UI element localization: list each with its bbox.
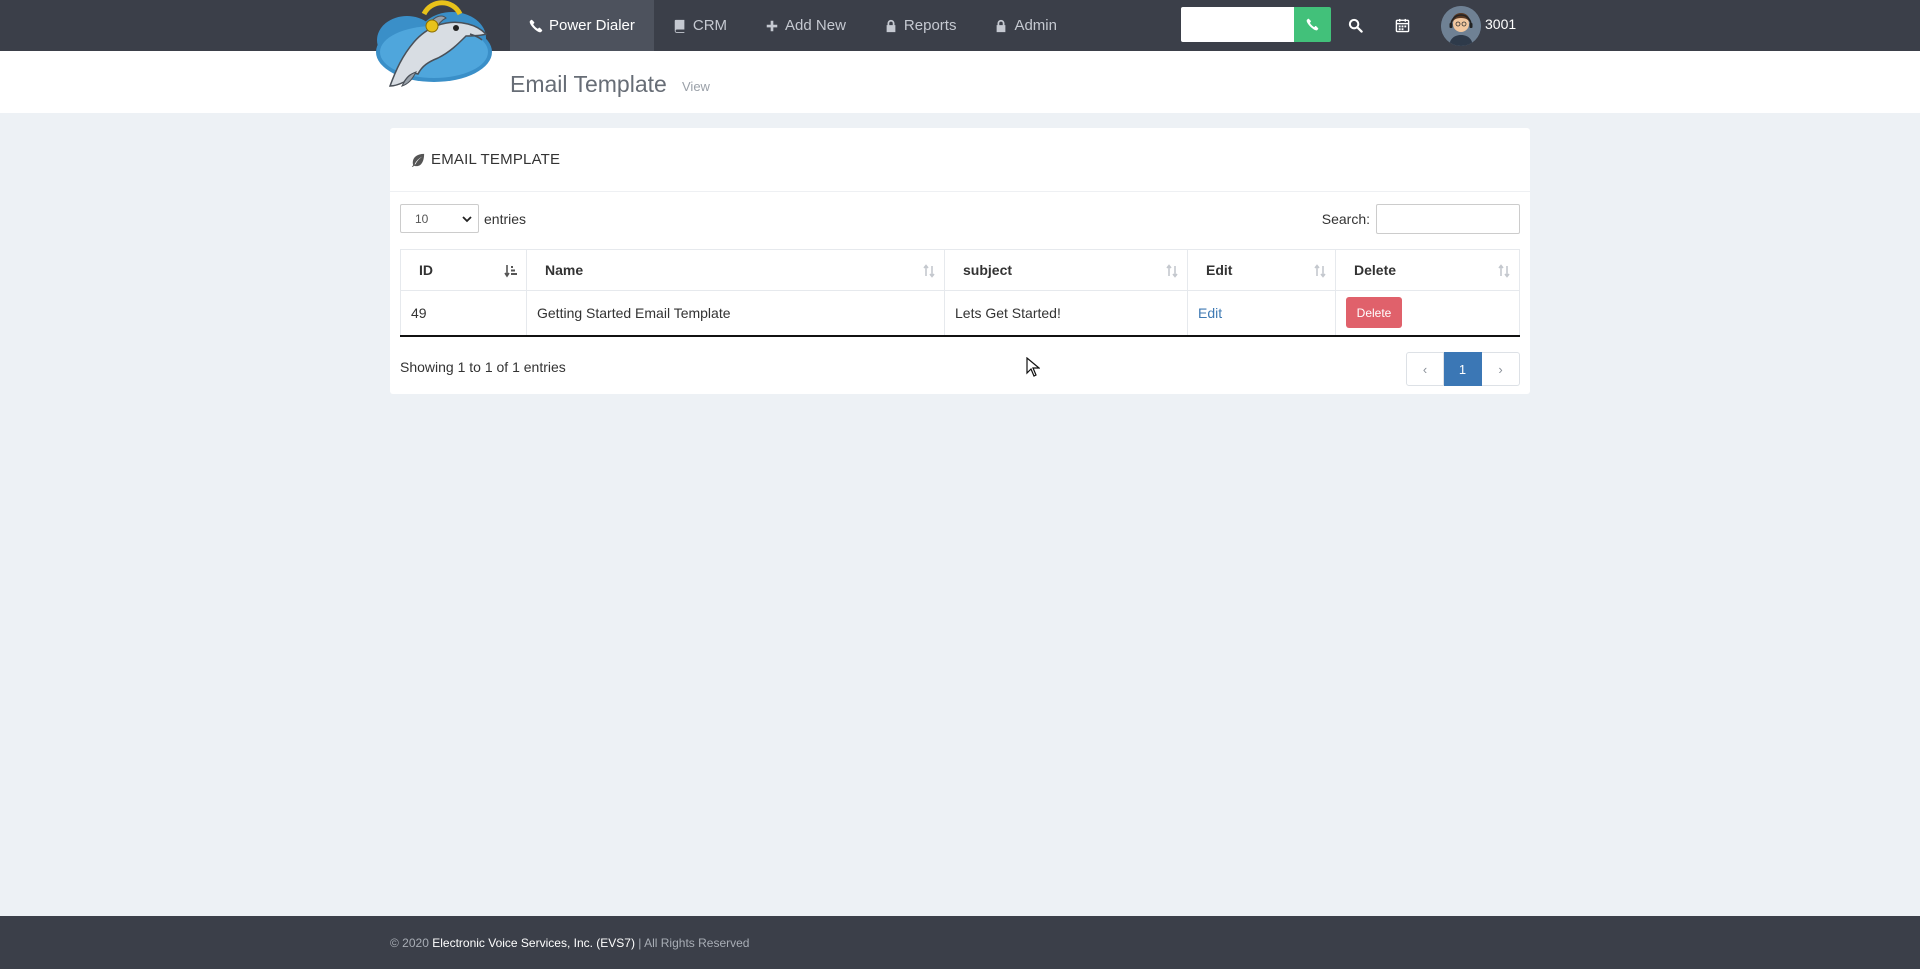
sort-icon	[1498, 264, 1510, 278]
nav-label: Admin	[1014, 17, 1057, 34]
footer: © 2020 Electronic Voice Services, Inc. (…	[0, 916, 1920, 969]
page-title: Email Template	[510, 71, 667, 97]
entries-label: entries	[484, 210, 527, 227]
user-extension[interactable]: 3001	[1485, 16, 1516, 32]
column-header-label: Delete	[1354, 262, 1397, 278]
nav-label: Reports	[903, 17, 957, 34]
email-template-table: ID Name subject Edit Delete 49 Getting S…	[400, 249, 1520, 337]
nav-label: Add New	[785, 17, 846, 34]
nav-item-power-dialer[interactable]: Power Dialer	[510, 0, 654, 51]
dial-number-input[interactable]	[1181, 7, 1294, 42]
search-icon[interactable]	[1344, 14, 1366, 36]
plus-icon	[765, 19, 779, 33]
column-header-label: Edit	[1206, 262, 1233, 278]
footer-company-link[interactable]: Electronic Voice Services, Inc. (EVS7)	[432, 936, 635, 950]
lock-icon	[884, 19, 898, 33]
cell-subject: Lets Get Started!	[944, 290, 1188, 337]
calendar-icon[interactable]	[1391, 14, 1413, 36]
column-header-id[interactable]: ID	[400, 249, 527, 291]
column-header-label: Name	[545, 262, 584, 278]
column-header-delete[interactable]: Delete	[1335, 249, 1520, 291]
phone-icon	[1306, 18, 1319, 31]
pagination: ‹ 1 ›	[1406, 352, 1520, 386]
entries-length-control: 10 entries	[400, 204, 526, 233]
nav-label: Power Dialer	[549, 17, 635, 34]
footer-prefix: © 2020	[390, 936, 433, 950]
cell-edit: Edit	[1187, 290, 1336, 337]
cell-delete: Delete	[1335, 290, 1520, 337]
sort-ascending-icon	[504, 265, 517, 278]
book-icon	[673, 19, 687, 33]
phone-handset-icon	[529, 19, 543, 33]
sort-icon	[1166, 264, 1178, 278]
cell-id: 49	[400, 290, 527, 337]
column-header-label: subject	[963, 262, 1013, 278]
nav-label: CRM	[692, 17, 728, 34]
sort-icon	[1314, 264, 1326, 278]
nav-item-add-new[interactable]: Add New	[746, 0, 865, 51]
nav-item-admin[interactable]: Admin	[975, 0, 1076, 51]
table-search: Search:	[1322, 204, 1520, 234]
sort-icon	[923, 264, 935, 278]
leaf-icon	[411, 153, 425, 167]
main-nav: Power Dialer CRM Add New Reports Admin	[510, 0, 1076, 51]
delete-button[interactable]: Delete	[1346, 297, 1402, 329]
table-row: 49 Getting Started Email Template Lets G…	[400, 290, 1520, 337]
entries-length-value: 10	[415, 211, 429, 226]
breadcrumb-view[interactable]: View	[682, 79, 710, 94]
dolphin-logo[interactable]	[372, 0, 496, 92]
footer-copyright: © 2020 Electronic Voice Services, Inc. (…	[390, 936, 749, 950]
table-info: Showing 1 to 1 of 1 entries	[400, 359, 566, 375]
column-header-label: ID	[419, 262, 433, 278]
pagination-next[interactable]: ›	[1482, 352, 1520, 386]
call-button[interactable]	[1294, 7, 1331, 42]
column-header-subject[interactable]: subject	[944, 249, 1188, 291]
pagination-page-1[interactable]: 1	[1444, 352, 1482, 386]
column-header-edit[interactable]: Edit	[1187, 249, 1336, 291]
footer-suffix: | All Rights Reserved	[634, 936, 750, 950]
email-template-panel: EMAIL TEMPLATE 10 entries Search: ID Nam…	[390, 128, 1530, 394]
table-header-row: ID Name subject Edit Delete	[400, 249, 1520, 291]
lock-icon	[994, 19, 1008, 33]
pagination-previous[interactable]: ‹	[1406, 352, 1444, 386]
user-avatar[interactable]	[1441, 6, 1481, 46]
cell-name: Getting Started Email Template	[526, 290, 945, 337]
table-search-input[interactable]	[1376, 204, 1520, 234]
entries-length-select[interactable]: 10	[400, 204, 479, 233]
column-header-name[interactable]: Name	[526, 249, 945, 291]
edit-link[interactable]: Edit	[1198, 305, 1222, 321]
page-header: Email Template View	[0, 51, 1920, 113]
chevron-down-icon	[462, 216, 472, 223]
nav-item-crm[interactable]: CRM	[654, 0, 746, 51]
mouse-cursor-icon	[1026, 357, 1040, 377]
top-navbar: Power Dialer CRM Add New Reports Admin 3…	[0, 0, 1920, 51]
search-label: Search:	[1321, 211, 1370, 227]
nav-item-reports[interactable]: Reports	[865, 0, 976, 51]
panel-title: EMAIL TEMPLATE	[431, 151, 561, 168]
panel-header: EMAIL TEMPLATE	[390, 128, 1530, 192]
